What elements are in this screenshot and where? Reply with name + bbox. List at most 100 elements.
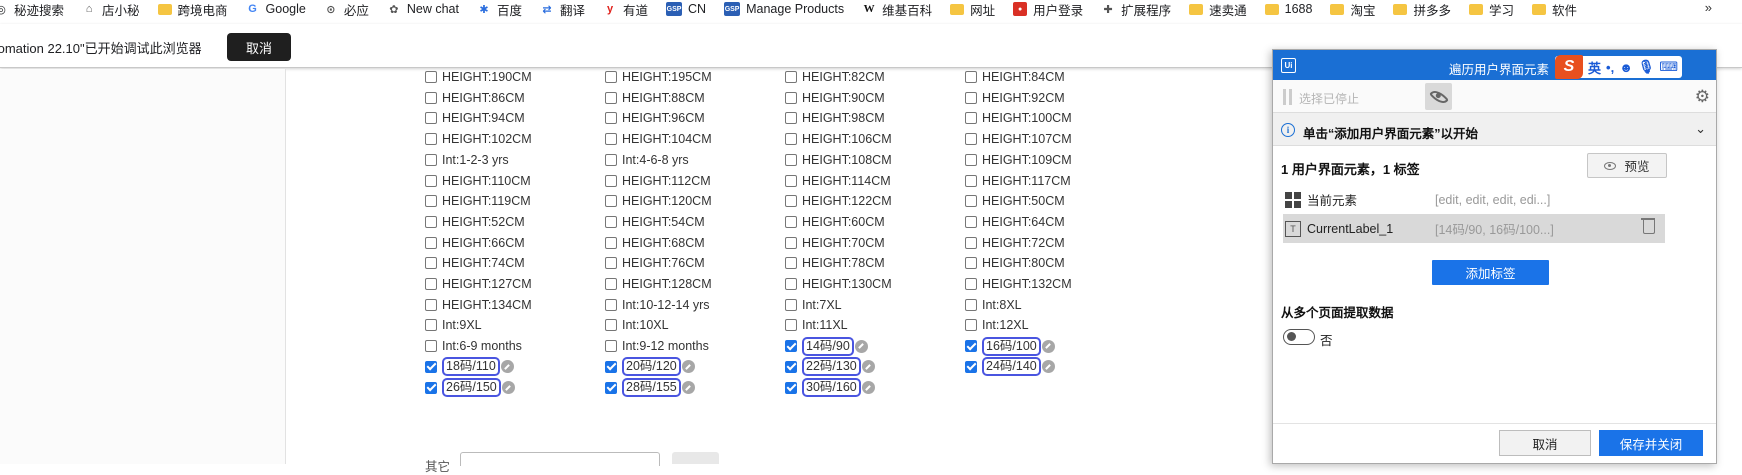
size-option[interactable]: HEIGHT:50CM xyxy=(965,191,1065,211)
size-checkbox[interactable] xyxy=(965,133,977,146)
size-checkbox[interactable] xyxy=(425,71,437,83)
size-checkbox[interactable] xyxy=(425,278,437,290)
size-option[interactable]: HEIGHT:104CM xyxy=(605,129,712,149)
cancel-button[interactable]: 取消 xyxy=(1499,430,1591,456)
element-row-current[interactable]: 当前元素 [edit, edit, edit, edi...] xyxy=(1283,185,1665,214)
size-option[interactable]: 18码/110 xyxy=(425,357,514,377)
size-checkbox[interactable] xyxy=(425,174,437,187)
ime-emoji-icon[interactable]: ☻ xyxy=(1619,60,1633,75)
size-option[interactable]: HEIGHT:107CM xyxy=(965,129,1072,149)
size-option[interactable]: 20码/120 xyxy=(605,357,695,377)
bookmark-item[interactable]: 跨境电商 xyxy=(157,0,228,19)
size-option[interactable]: HEIGHT:120CM xyxy=(605,191,712,211)
size-option[interactable]: HEIGHT:80CM xyxy=(965,253,1065,273)
size-option[interactable]: Int:10XL xyxy=(605,315,669,335)
infobar-cancel-button[interactable]: 取消 xyxy=(227,33,291,61)
size-checkbox[interactable] xyxy=(425,215,437,228)
size-checkbox[interactable] xyxy=(965,215,977,228)
bookmark-item[interactable]: GSP CN xyxy=(666,2,706,16)
size-checkbox[interactable] xyxy=(605,112,617,125)
bookmark-item[interactable]: ⊙ 必应 xyxy=(324,0,369,19)
size-option[interactable]: Int:9XL xyxy=(425,315,482,335)
size-checkbox[interactable] xyxy=(425,112,437,125)
size-checkbox[interactable] xyxy=(605,71,617,83)
size-checkbox[interactable] xyxy=(605,257,617,270)
size-option[interactable]: HEIGHT:98CM xyxy=(785,108,885,128)
size-checkbox[interactable] xyxy=(425,236,437,249)
bookmark-item[interactable]: ⇄ 翻译 xyxy=(540,0,585,19)
size-checkbox[interactable] xyxy=(425,319,437,332)
size-checkbox[interactable] xyxy=(965,340,977,353)
size-option[interactable]: HEIGHT:66CM xyxy=(425,233,525,253)
size-checkbox[interactable] xyxy=(605,278,617,290)
size-option[interactable]: HEIGHT:92CM xyxy=(965,88,1065,108)
size-checkbox[interactable] xyxy=(785,278,797,290)
size-checkbox[interactable] xyxy=(965,71,977,83)
size-checkbox[interactable] xyxy=(785,298,797,311)
size-option[interactable]: HEIGHT:74CM xyxy=(425,253,525,273)
size-option[interactable]: HEIGHT:128CM xyxy=(605,274,712,294)
size-option[interactable]: Int:6-9 months xyxy=(425,336,522,356)
size-option[interactable]: HEIGHT:130CM xyxy=(785,274,892,294)
bookmark-item[interactable]: 学习 xyxy=(1469,0,1514,19)
size-option[interactable]: HEIGHT:122CM xyxy=(785,191,892,211)
size-option[interactable]: HEIGHT:72CM xyxy=(965,233,1065,253)
size-option[interactable]: 28码/155 xyxy=(605,378,695,398)
size-checkbox[interactable] xyxy=(605,174,617,187)
size-option[interactable]: HEIGHT:52CM xyxy=(425,212,525,232)
info-banner[interactable]: i 单击“添加用户界面元素”以开始 ⌄ xyxy=(1273,113,1716,146)
bookmark-item[interactable]: ◎ 秘迹搜索 xyxy=(0,0,64,19)
settings-gear-icon[interactable]: ⚙ xyxy=(1695,87,1710,107)
bookmark-item[interactable]: ✚ 扩展程序 xyxy=(1101,0,1172,19)
size-checkbox[interactable] xyxy=(965,319,977,332)
size-checkbox[interactable] xyxy=(785,174,797,187)
size-checkbox[interactable] xyxy=(965,153,977,166)
size-checkbox[interactable] xyxy=(965,278,977,290)
bookmark-item[interactable]: 淘宝 xyxy=(1330,0,1375,19)
size-option[interactable]: Int:4-6-8 yrs xyxy=(605,150,689,170)
size-option[interactable]: HEIGHT:114CM xyxy=(785,171,891,191)
ime-punctuation-mode[interactable]: •, xyxy=(1606,60,1614,75)
size-option[interactable]: 26码/150 xyxy=(425,378,515,398)
size-option[interactable]: Int:1-2-3 yrs xyxy=(425,150,509,170)
ime-language-mode[interactable]: 英 xyxy=(1588,58,1601,77)
bookmark-item[interactable]: ✿ New chat xyxy=(387,2,459,16)
multi-page-toggle[interactable] xyxy=(1283,329,1315,345)
size-option[interactable]: 22码/130 xyxy=(785,357,875,377)
chevron-down-icon[interactable]: ⌄ xyxy=(1695,121,1706,137)
size-checkbox[interactable] xyxy=(965,298,977,311)
bookmark-item[interactable]: G Google xyxy=(246,2,306,16)
size-option[interactable]: HEIGHT:64CM xyxy=(965,212,1065,232)
size-checkbox[interactable] xyxy=(425,381,437,394)
bookmarks-overflow-button[interactable]: » xyxy=(1705,0,1712,15)
ime-keyboard-icon[interactable]: ⌨ xyxy=(1659,59,1678,75)
size-option[interactable]: HEIGHT:106CM xyxy=(785,129,892,149)
size-option[interactable]: HEIGHT:195CM xyxy=(605,67,712,87)
size-option[interactable]: Int:11XL xyxy=(785,315,848,335)
bookmark-item[interactable]: 网址 xyxy=(950,0,995,19)
size-checkbox[interactable] xyxy=(605,215,617,228)
size-checkbox[interactable] xyxy=(605,91,617,104)
size-checkbox[interactable] xyxy=(785,236,797,249)
size-option[interactable]: HEIGHT:94CM xyxy=(425,108,525,128)
size-checkbox[interactable] xyxy=(785,360,797,373)
size-checkbox[interactable] xyxy=(425,133,437,146)
size-checkbox[interactable] xyxy=(605,340,617,353)
bookmark-item[interactable]: 拼多多 xyxy=(1393,0,1451,19)
size-checkbox[interactable] xyxy=(605,153,617,166)
size-option[interactable]: HEIGHT:90CM xyxy=(785,88,885,108)
size-checkbox[interactable] xyxy=(785,133,797,146)
size-option[interactable]: 30码/160 xyxy=(785,378,875,398)
bookmark-item[interactable]: 1688 xyxy=(1264,2,1312,16)
size-checkbox[interactable] xyxy=(965,112,977,125)
size-checkbox[interactable] xyxy=(965,174,977,187)
size-checkbox[interactable] xyxy=(605,298,617,311)
size-option[interactable]: HEIGHT:117CM xyxy=(965,171,1071,191)
size-option[interactable]: HEIGHT:108CM xyxy=(785,150,892,170)
size-checkbox[interactable] xyxy=(605,236,617,249)
size-checkbox[interactable] xyxy=(425,360,437,373)
size-checkbox[interactable] xyxy=(785,91,797,104)
size-checkbox[interactable] xyxy=(785,215,797,228)
size-checkbox[interactable] xyxy=(605,360,617,373)
size-option[interactable]: HEIGHT:82CM xyxy=(785,67,885,87)
